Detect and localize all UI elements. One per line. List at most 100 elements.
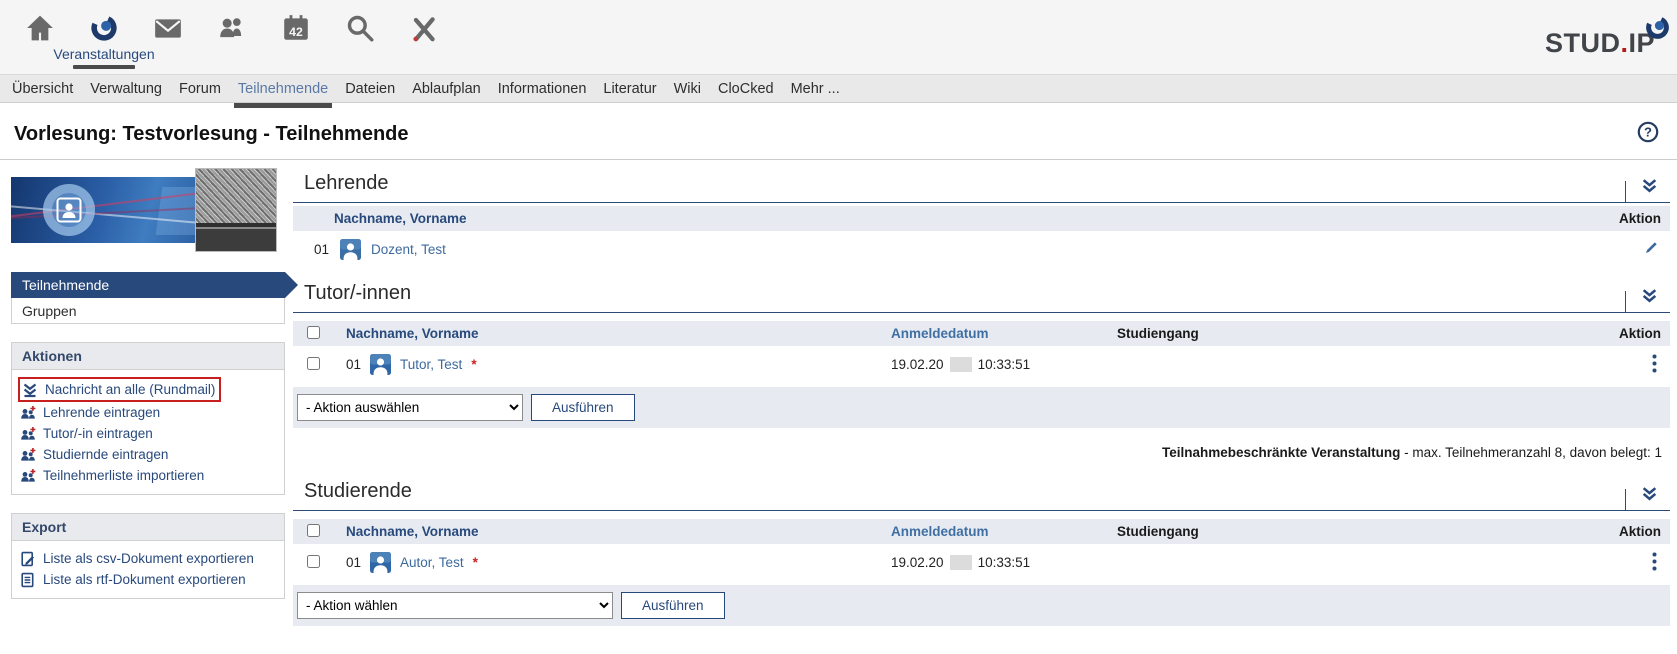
tab-uebersicht[interactable]: Übersicht xyxy=(12,81,73,97)
calendar-icon: 42 xyxy=(281,13,311,43)
masked-value xyxy=(950,555,972,570)
restriction-note-rest: - max. Teilnehmeranzahl 8, davon belegt:… xyxy=(1400,445,1662,460)
top-header-bar: Veranstaltungen 42 xyxy=(0,0,1677,74)
tab-ablaufplan[interactable]: Ablaufplan xyxy=(412,81,481,97)
select-all-checkbox[interactable] xyxy=(307,326,320,339)
tab-teilnehmende[interactable]: Teilnehmende xyxy=(238,81,328,97)
action-item-studierende-eintragen[interactable]: Studiernde eintragen xyxy=(20,444,276,465)
help-question-mark: ? xyxy=(1644,124,1652,139)
action-item-label[interactable]: Lehrende eintragen xyxy=(43,402,160,423)
action-item-teilnehmerliste-importieren[interactable]: Teilnehmerliste importieren xyxy=(20,465,276,486)
column-aktion: Aktion xyxy=(1619,211,1670,226)
action-item-label[interactable]: Nachricht an alle (Rundmail) xyxy=(45,379,215,400)
collapse-section-icon[interactable] xyxy=(1641,287,1658,309)
tab-literatur[interactable]: Literatur xyxy=(603,81,656,97)
action-item-label[interactable]: Tutor/-in eintragen xyxy=(43,423,153,444)
export-item-rtf[interactable]: Liste als rtf-Dokument exportieren xyxy=(20,569,276,590)
section-divider-tick xyxy=(1625,489,1626,510)
avatar[interactable] xyxy=(370,552,391,573)
red-annotation-box: Nachricht an alle (Rundmail) xyxy=(18,377,221,402)
person-badge-icon xyxy=(56,197,82,228)
main-content: Lehrende Nachname, Vorname Aktion 01 Doz… xyxy=(289,168,1670,626)
tab-clocked[interactable]: CloCked xyxy=(718,81,774,97)
sidebar-item-gruppen[interactable]: Gruppen xyxy=(12,298,284,323)
masked-value xyxy=(950,357,972,372)
participant-link[interactable]: Autor, Test xyxy=(400,555,464,570)
column-studiengang: Studiengang xyxy=(1117,326,1404,341)
page-title: Vorlesung: Testvorlesung - Teilnehmende xyxy=(14,123,409,146)
row-number: 01 xyxy=(293,242,329,257)
bulk-action-select[interactable]: - Aktion wählen xyxy=(297,592,613,619)
sidebar-item-teilnehmende[interactable]: Teilnehmende xyxy=(11,272,285,298)
community-nav-item[interactable] xyxy=(200,0,264,69)
tab-wiki[interactable]: Wiki xyxy=(674,81,701,97)
action-item-rundmail[interactable]: Nachricht an alle (Rundmail) xyxy=(20,377,276,402)
section-tutoren: Tutor/-innen Nachname, Vorname Anmeldeda… xyxy=(293,278,1670,428)
search-nav-item[interactable] xyxy=(328,0,392,69)
action-item-label[interactable]: Teilnehmerliste importieren xyxy=(43,465,204,486)
edit-icon[interactable] xyxy=(1643,241,1670,259)
asterisk-flag: * xyxy=(473,555,478,570)
collapse-section-icon[interactable] xyxy=(1641,485,1658,507)
column-aktion: Aktion xyxy=(1404,326,1670,341)
section-divider-tick xyxy=(1625,291,1626,312)
restriction-note: Teilnahmebeschränkte Veranstaltung - max… xyxy=(293,445,1662,460)
document-icon xyxy=(20,572,36,588)
asterisk-flag: * xyxy=(471,357,476,372)
section-lehrende: Lehrende Nachname, Vorname Aktion 01 Doz… xyxy=(293,168,1670,268)
schedule-nav-item[interactable]: 42 xyxy=(264,0,328,69)
tab-mehr[interactable]: Mehr ... xyxy=(791,81,840,97)
table-header: Nachname, Vorname Aktion xyxy=(293,206,1670,231)
collapse-section-icon[interactable] xyxy=(1641,177,1658,199)
ausfuehren-button[interactable]: Ausführen xyxy=(531,394,635,421)
row-checkbox[interactable] xyxy=(307,357,320,370)
registration-time: 10:33:51 xyxy=(978,357,1031,372)
tools-nav-item[interactable] xyxy=(392,0,456,69)
restriction-note-bold: Teilnahmebeschränkte Veranstaltung xyxy=(1162,445,1400,460)
veranstaltungen-nav-item[interactable]: Veranstaltungen xyxy=(72,0,136,69)
tab-teilnehmende-label: Teilnehmende xyxy=(238,81,328,97)
row-number: 01 xyxy=(346,357,361,372)
column-nachname-vorname[interactable]: Nachname, Vorname xyxy=(293,211,467,226)
column-anmeldedatum[interactable]: Anmeldedatum xyxy=(891,326,1117,341)
action-item-lehrende-eintragen[interactable]: Lehrende eintragen xyxy=(20,402,276,423)
help-icon[interactable]: ? xyxy=(1637,121,1659,148)
studip-logo[interactable]: STUD.IP xyxy=(1545,28,1655,59)
messages-nav-item[interactable] xyxy=(136,0,200,69)
tab-verwaltung[interactable]: Verwaltung xyxy=(90,81,162,97)
row-checkbox[interactable] xyxy=(307,555,320,568)
participant-link[interactable]: Dozent, Test xyxy=(371,242,446,257)
column-studiengang: Studiengang xyxy=(1117,524,1404,539)
tab-forum[interactable]: Forum xyxy=(179,81,221,97)
participant-link[interactable]: Tutor, Test xyxy=(400,357,462,372)
section-header: Tutor/-innen xyxy=(293,278,1670,313)
registration-date: 19.02.20 xyxy=(891,357,944,372)
sidebar-item-label: Gruppen xyxy=(22,303,76,319)
ausfuehren-button[interactable]: Ausführen xyxy=(621,592,725,619)
table-row: 01 Dozent, Test xyxy=(293,231,1670,268)
row-actions-menu-icon[interactable] xyxy=(1651,354,1658,373)
export-item-label[interactable]: Liste als csv-Dokument exportieren xyxy=(43,548,254,569)
avatar[interactable] xyxy=(340,239,361,260)
select-all-checkbox[interactable] xyxy=(307,524,320,537)
column-nachname-vorname[interactable]: Nachname, Vorname xyxy=(346,524,891,539)
row-actions-menu-icon[interactable] xyxy=(1651,552,1658,571)
tab-informationen[interactable]: Informationen xyxy=(498,81,587,97)
export-item-csv[interactable]: Liste als csv-Dokument exportieren xyxy=(20,548,276,569)
search-icon xyxy=(345,13,375,43)
table-footer: - Aktion auswählen Ausführen xyxy=(293,387,1670,428)
action-item-label[interactable]: Studiernde eintragen xyxy=(43,444,168,465)
export-item-label[interactable]: Liste als rtf-Dokument exportieren xyxy=(43,569,246,590)
table-row: 01 Autor, Test * 19.02.20 10:33:51 xyxy=(293,544,1670,581)
avatar[interactable] xyxy=(370,354,391,375)
section-header: Lehrende xyxy=(293,168,1670,203)
tab-dateien[interactable]: Dateien xyxy=(345,81,395,97)
bulk-action-select[interactable]: - Aktion auswählen xyxy=(297,394,523,421)
column-nachname-vorname[interactable]: Nachname, Vorname xyxy=(346,326,891,341)
section-studierende: Studierende Nachname, Vorname Anmeldedat… xyxy=(293,476,1670,626)
column-anmeldedatum[interactable]: Anmeldedatum xyxy=(891,524,1117,539)
table-row: 01 Tutor, Test * 19.02.20 10:33:51 xyxy=(293,346,1670,383)
action-item-tutor-eintragen[interactable]: Tutor/-in eintragen xyxy=(20,423,276,444)
home-icon xyxy=(25,13,55,43)
mail-icon xyxy=(153,13,183,43)
